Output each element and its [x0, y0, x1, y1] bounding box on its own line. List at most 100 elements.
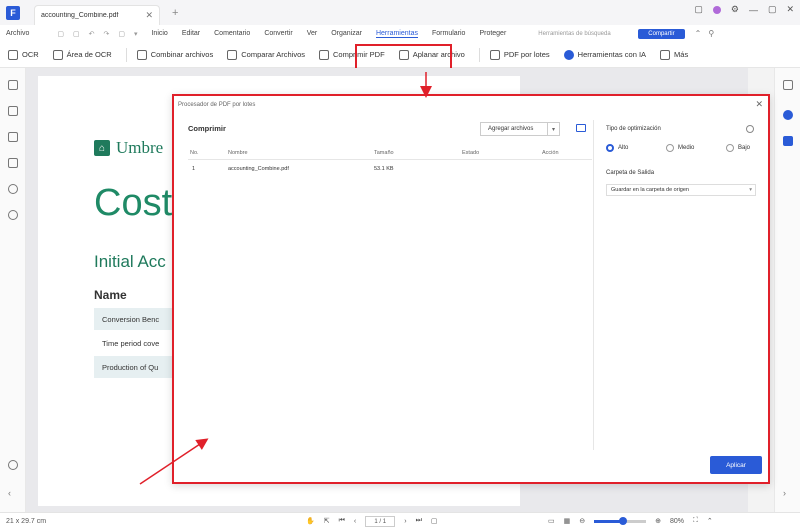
menu-organizar[interactable]: Organizar: [331, 30, 362, 37]
next-page-icon[interactable]: ›: [404, 518, 406, 525]
document-tab-label: accounting_Combine.pdf: [41, 12, 119, 19]
last-page-icon[interactable]: ⏭: [416, 517, 422, 525]
ocr-area-button[interactable]: Área de OCR: [52, 49, 112, 60]
option-low[interactable]: Bajo: [726, 144, 750, 152]
brand-logo-icon: ⌂: [94, 140, 110, 156]
fullscreen-icon[interactable]: ⛶: [693, 517, 698, 525]
attachment-icon[interactable]: [8, 158, 18, 168]
collapse-left-icon[interactable]: ‹: [8, 488, 18, 498]
menu-herramientas[interactable]: Herramientas: [375, 30, 418, 38]
window-box-icon[interactable]: ▢: [694, 4, 703, 15]
compare-files-button[interactable]: Comparar Archivos: [227, 49, 305, 60]
document-tab[interactable]: accounting_Combine.pdf ✕: [34, 5, 160, 25]
fit-page-icon[interactable]: ▢: [431, 517, 438, 525]
option-medium[interactable]: Medio: [666, 144, 694, 152]
output-folder-select[interactable]: Guardar en la carpeta de origen ▾: [606, 184, 756, 196]
select-tool-icon[interactable]: ⇱: [324, 517, 330, 525]
batch-pdf-label: PDF por lotes: [503, 50, 550, 59]
menu-right-icons: ⌃ ⚲: [695, 29, 715, 38]
properties-icon[interactable]: [783, 80, 793, 90]
ocr-button[interactable]: OCR: [8, 49, 39, 60]
radio-icon: [726, 144, 734, 152]
menu-archivo[interactable]: Archivo: [6, 30, 29, 37]
collapse-icon[interactable]: ⌃: [707, 517, 713, 525]
prev-page-icon[interactable]: ‹: [354, 518, 356, 525]
apply-button[interactable]: Aplicar: [710, 456, 762, 474]
zoom-slider[interactable]: [594, 516, 647, 525]
status-bar: 21 x 29.7 cm ✋ ⇱ ⏮ ‹ 1 / 1 › ⏭ ▢ ▭ ▦ ⊖ ⊕…: [0, 512, 800, 529]
grid-icon[interactable]: ▦: [564, 517, 571, 525]
settings-icon[interactable]: ⚙: [731, 4, 739, 15]
bookmark-icon[interactable]: [8, 106, 18, 116]
table-row[interactable]: 1 accounting_Combine.pdf 53.1 KB: [188, 164, 592, 178]
option-high-label: Alto: [618, 145, 629, 151]
word-icon[interactable]: [783, 136, 793, 146]
ocr-label: OCR: [22, 50, 39, 59]
option-high[interactable]: Alto: [606, 144, 628, 152]
menu-convertir[interactable]: Convertir: [264, 30, 292, 37]
ai-assistant-icon[interactable]: [783, 110, 793, 120]
menu-inicio[interactable]: Inicio: [151, 30, 167, 37]
pin-icon[interactable]: ⚲: [708, 29, 714, 38]
quick-access-icons: ▢ ▢ ↶ ↷ ▢ ▾: [57, 30, 137, 38]
document-subtitle: Initial Acc: [94, 252, 166, 271]
avatar[interactable]: [712, 5, 721, 14]
window-controls: ▢ ⚙ — ▢ ✕: [694, 4, 794, 15]
redo-icon[interactable]: ↷: [103, 30, 109, 38]
minimize-icon[interactable]: —: [749, 5, 758, 15]
more-button[interactable]: Más: [660, 49, 688, 60]
menu-formulario[interactable]: Formulario: [432, 30, 465, 37]
thumbnails-icon[interactable]: [8, 80, 18, 90]
share-icon[interactable]: ▢: [118, 30, 125, 38]
menu-proteger[interactable]: Proteger: [479, 30, 506, 37]
close-window-icon[interactable]: ✕: [786, 4, 794, 15]
ai-tools-label: Herramientas con IA: [577, 50, 647, 59]
zoom-out-icon[interactable]: ⊖: [579, 517, 585, 525]
menu-editar[interactable]: Editar: [182, 30, 200, 37]
save-icon[interactable]: ▢: [57, 30, 64, 38]
close-tab-icon[interactable]: ✕: [145, 10, 153, 21]
dialog-title: Procesador de PDF por lotes: [178, 102, 256, 108]
batch-pdf-button[interactable]: PDF por lotes: [489, 49, 550, 60]
menu-bar: Archivo ▢ ▢ ↶ ↷ ▢ ▾ Inicio Editar Coment…: [0, 25, 800, 42]
ai-icon: [563, 49, 574, 60]
new-tab-icon[interactable]: +: [172, 7, 178, 19]
combine-files-button[interactable]: Combinar archivos: [136, 49, 213, 60]
layout-icon[interactable]: ▭: [548, 517, 555, 525]
comment-icon[interactable]: [8, 132, 18, 142]
search-icon[interactable]: [8, 184, 18, 194]
brand-name: Umbre: [116, 138, 164, 157]
ai-tools-button[interactable]: Herramientas con IA: [563, 49, 647, 60]
zoom-in-icon[interactable]: ⊕: [655, 517, 661, 525]
row-no: 1: [192, 166, 196, 172]
tool-search-input[interactable]: Herramientas de búsqueda: [538, 31, 628, 37]
collapse-right-icon[interactable]: ›: [783, 488, 793, 498]
share-button[interactable]: Compartir: [638, 28, 685, 39]
print-icon[interactable]: ▢: [73, 30, 80, 38]
help-icon[interactable]: [8, 460, 18, 470]
info-icon[interactable]: [746, 125, 754, 133]
ocr-area-label: Área de OCR: [66, 50, 112, 59]
up-arrow-icon[interactable]: ⌃: [695, 29, 702, 38]
page-number-input[interactable]: 1 / 1: [365, 515, 396, 527]
title-bar: F accounting_Combine.pdf ✕ + ▢ ⚙ — ▢ ✕: [0, 0, 800, 25]
layers-icon[interactable]: [8, 210, 18, 220]
undo-icon[interactable]: ↶: [89, 30, 95, 38]
dropdown-icon[interactable]: ▾: [134, 30, 138, 38]
column-size: Tamaño: [374, 150, 394, 156]
hand-tool-icon[interactable]: ✋: [306, 517, 315, 525]
maximize-icon[interactable]: ▢: [768, 4, 777, 15]
dialog-close-icon[interactable]: ✕: [755, 99, 763, 110]
zoom-level[interactable]: 80%: [670, 518, 684, 525]
folder-icon[interactable]: [576, 124, 586, 132]
combine-icon: [136, 49, 147, 60]
first-page-icon[interactable]: ⏮: [339, 517, 345, 525]
chevron-down-icon[interactable]: ▾: [547, 123, 559, 135]
add-files-button[interactable]: Agregar archivos ▾: [480, 122, 560, 136]
menu-comentario[interactable]: Comentario: [214, 30, 250, 37]
menu-ver[interactable]: Ver: [307, 30, 318, 37]
output-folder-label: Carpeta de Salida: [606, 170, 655, 176]
toolbar-divider: [478, 47, 480, 62]
document-heading: Name: [94, 288, 127, 302]
zoom-slider-handle[interactable]: [618, 516, 627, 525]
